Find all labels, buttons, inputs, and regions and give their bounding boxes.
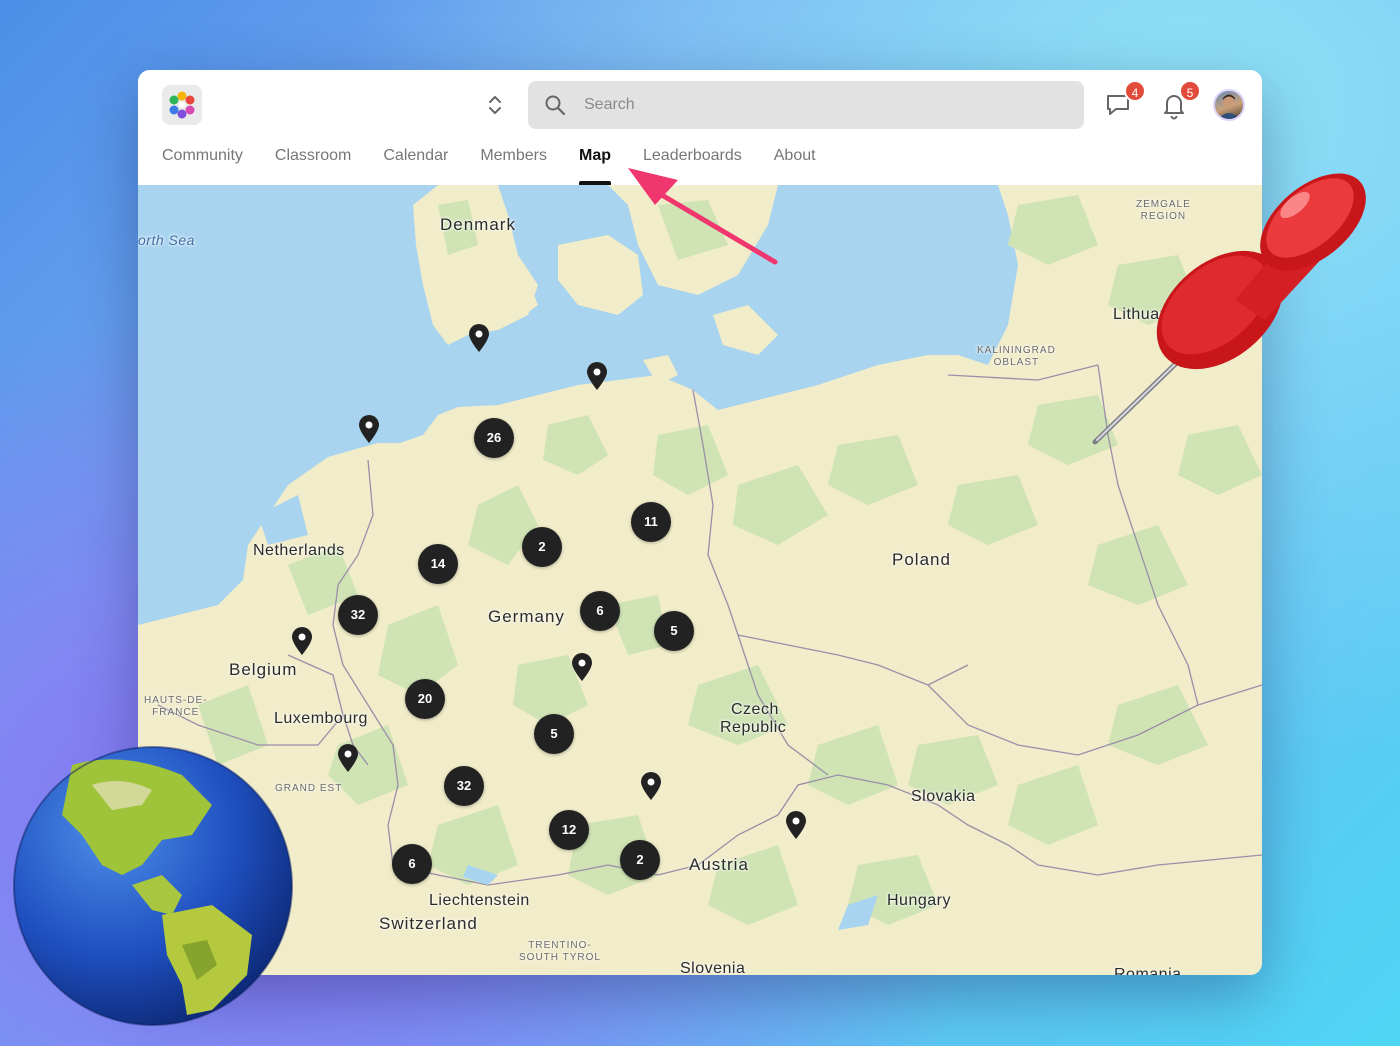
notifications-badge: 5	[1179, 80, 1201, 102]
cluster-marker[interactable]: 20	[405, 679, 445, 719]
tab-classroom[interactable]: Classroom	[275, 142, 351, 185]
map-label-germany: Germany	[488, 607, 565, 626]
map-label-slovakia: Slovakia	[911, 788, 976, 805]
cluster-marker[interactable]: 32	[338, 595, 378, 635]
tab-leaderboards[interactable]: Leaderboards	[643, 142, 742, 185]
notifications-button[interactable]: 5	[1159, 80, 1201, 120]
search-input[interactable]: Search	[584, 81, 635, 129]
tab-community[interactable]: Community	[162, 142, 243, 185]
map-label-hauts-de-france: HAUTS-DE- FRANCE	[144, 695, 208, 718]
map-label-hungary: Hungary	[887, 892, 951, 909]
map-label-republic: Republic	[720, 719, 787, 736]
map-label-kaliningrad: KALININGRAD OBLAST	[977, 345, 1056, 368]
map-label-north-sea: orth Sea	[138, 232, 195, 248]
flower-logo-icon	[169, 91, 195, 119]
tab-map[interactable]: Map	[579, 142, 611, 185]
search-icon	[545, 95, 566, 116]
location-pin-icon[interactable]	[336, 743, 360, 773]
location-pin-icon[interactable]	[467, 323, 491, 353]
chat-button[interactable]: 4	[1104, 80, 1146, 120]
map-label-austria: Austria	[689, 855, 749, 874]
tab-members[interactable]: Members	[480, 142, 547, 185]
map-label-slovenia: Slovenia	[680, 960, 746, 975]
map-label-poland: Poland	[892, 550, 951, 569]
search-bar[interactable]: Search	[528, 81, 1084, 129]
map-label-czech: Czech	[731, 701, 779, 718]
tab-calendar[interactable]: Calendar	[383, 142, 448, 185]
map-label-romania: Romania	[1114, 966, 1182, 975]
location-pin-icon[interactable]	[585, 361, 609, 391]
cluster-marker[interactable]: 26	[474, 418, 514, 458]
map-label-belgium: Belgium	[229, 660, 298, 679]
cluster-marker[interactable]: 12	[549, 810, 589, 850]
location-pin-icon[interactable]	[290, 626, 314, 656]
map-label-netherlands: Netherlands	[253, 542, 345, 559]
cluster-marker[interactable]: 2	[522, 527, 562, 567]
map-label-luxembourg: Luxembourg	[274, 710, 368, 727]
pushpin-icon	[1092, 173, 1366, 445]
globe-icon	[13, 746, 293, 1026]
cluster-marker[interactable]: 6	[580, 591, 620, 631]
cluster-marker[interactable]: 32	[444, 766, 484, 806]
cluster-marker[interactable]: 11	[631, 502, 671, 542]
avatar[interactable]	[1213, 89, 1245, 121]
map-label-liechtenstein: Liechtenstein	[429, 892, 530, 909]
location-pin-icon[interactable]	[357, 414, 381, 444]
map-label-trentino: TRENTINO- SOUTH TYROL	[519, 940, 601, 963]
map-label-switzerland: Switzerland	[379, 914, 478, 933]
location-pin-icon[interactable]	[639, 771, 663, 801]
cluster-marker[interactable]: 5	[534, 714, 574, 754]
location-pin-icon[interactable]	[570, 652, 594, 682]
location-pin-icon[interactable]	[784, 810, 808, 840]
community-logo[interactable]	[162, 85, 202, 125]
cluster-marker[interactable]: 5	[654, 611, 694, 651]
community-switcher-icon[interactable]	[484, 92, 506, 118]
tab-about[interactable]: About	[774, 142, 816, 185]
map-label-denmark: Denmark	[440, 215, 516, 234]
cluster-marker[interactable]: 6	[392, 844, 432, 884]
nav-tabs: Community Classroom Calendar Members Map…	[162, 142, 848, 185]
cluster-marker[interactable]: 2	[620, 840, 660, 880]
cluster-marker[interactable]: 14	[418, 544, 458, 584]
chat-badge: 4	[1124, 80, 1146, 102]
